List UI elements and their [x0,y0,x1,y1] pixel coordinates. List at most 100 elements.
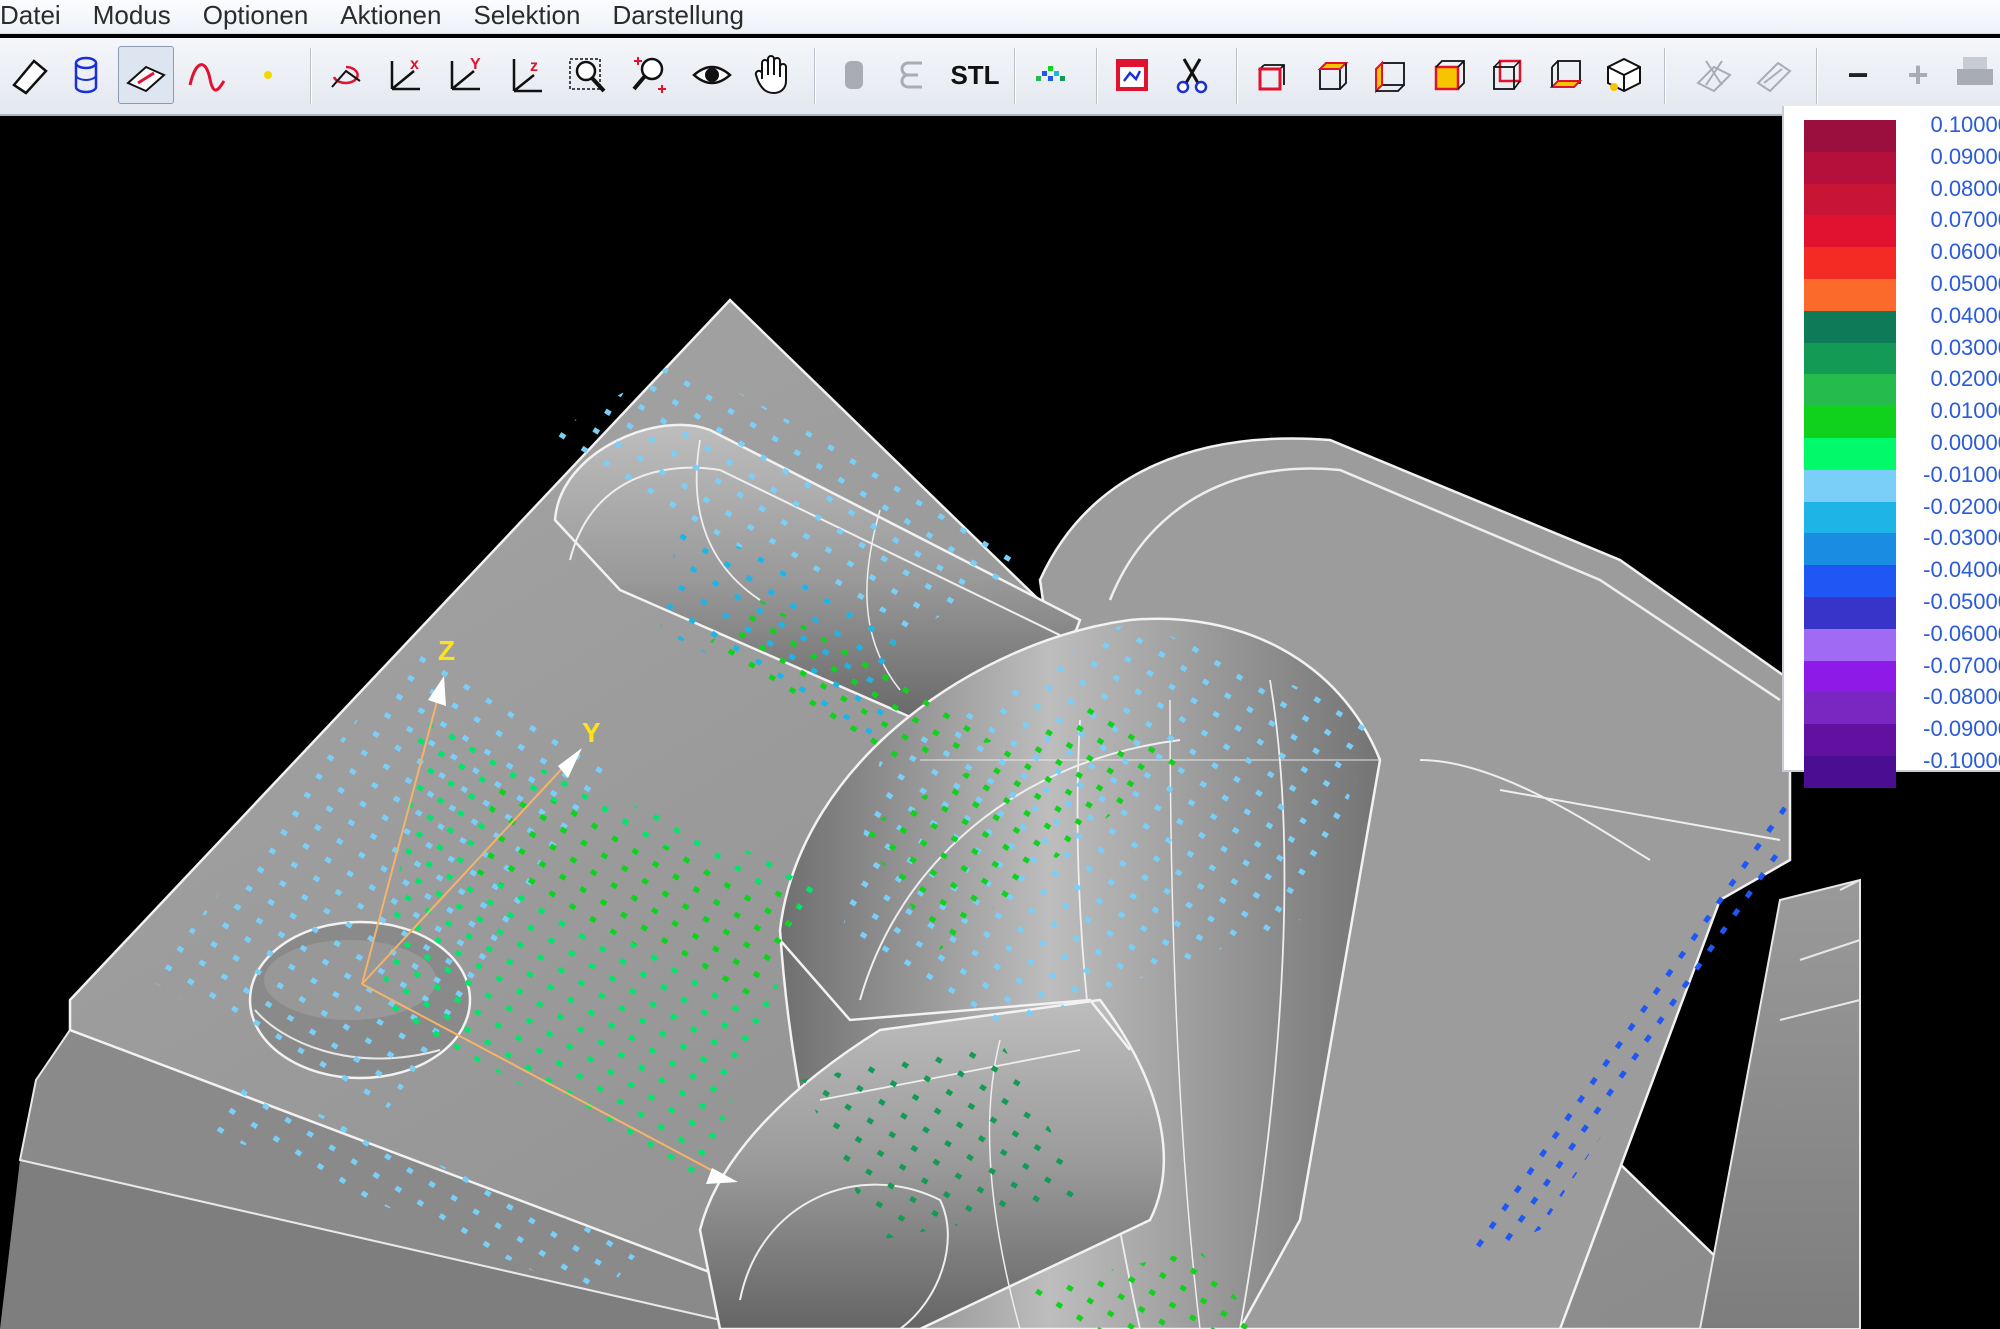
legend-value: 0.07000 [1930,207,2000,233]
menu-darstellung[interactable]: Darstellung [596,0,760,34]
cube-back-icon [1493,59,1522,90]
eye-icon [692,65,732,85]
legend-swatch [1804,310,1896,343]
zoom-in-button[interactable]: + [1890,46,1946,104]
legend-swatch [1804,660,1896,693]
legend-swatch [1804,565,1896,597]
legend-value: -0.04000 [1923,557,2000,583]
legend-value: 0.06000 [1930,239,2000,265]
curve-button[interactable] [178,46,234,104]
svg-text:z: z [530,58,538,75]
zoom-out-button[interactable]: − [1830,46,1886,104]
legend-swatch [1804,406,1896,438]
view-top-button[interactable] [1304,46,1360,104]
cut-button[interactable] [1164,46,1220,104]
printer-icon [1957,57,1993,85]
report-icon [1116,59,1148,91]
disabled-tool-button-a[interactable] [1686,46,1742,104]
menu-modus[interactable]: Modus [77,0,187,34]
point-button[interactable] [240,46,296,104]
menu-aktionen[interactable]: Aktionen [324,0,457,34]
toolbar-separator [1664,48,1666,104]
axis-z-view-icon: z [512,58,542,93]
menu-datei[interactable]: Datei [0,0,77,34]
solid-button[interactable] [826,46,882,104]
edge-icon [900,61,922,89]
legend-value: 0.08000 [1930,175,2000,201]
point-icon [264,71,272,79]
legend-value-labels: 0.10000 0.09000 0.08000 0.07000 0.06000 0.050… [1900,110,2000,773]
zoom-window-icon [569,58,606,93]
rotate-view-button[interactable] [318,46,374,104]
cylinder-icon [74,56,98,94]
legend-value: 0.00000 [1930,429,2000,455]
legend-value: 0.05000 [1930,270,2000,296]
legend-swatch [1804,374,1896,407]
view-front-button[interactable] [1244,46,1300,104]
solid-icon [845,61,863,89]
3d-viewport[interactable]: Z Y [0,118,2000,1329]
toolbar-separator [814,48,816,104]
zoom-window-button[interactable] [560,46,616,104]
cube-top-icon [1317,62,1349,90]
minus-icon: − [1847,54,1869,95]
legend-value: 0.09000 [1930,143,2000,169]
legend-swatch [1804,342,1896,375]
view-x-button[interactable]: x [378,46,434,104]
disabled-tool-button-b[interactable] [1746,46,1802,104]
legend-value: -0.10000 [1923,747,2000,773]
zoom-button[interactable] [622,46,678,104]
view-bottom-button[interactable] [1538,46,1594,104]
view-left-button[interactable] [1362,46,1418,104]
view-iso-button[interactable] [1596,46,1652,104]
probe-disabled-icon [1696,60,1732,93]
toolbar-separator [1236,48,1238,104]
legend-swatch [1804,247,1896,279]
legend-swatch [1804,278,1896,311]
view-y-button[interactable]: Y [438,46,494,104]
cube-front-icon [1257,64,1285,91]
view-right-button[interactable] [1420,46,1476,104]
legend-swatch [1804,533,1896,566]
menu-optionen[interactable]: Optionen [187,0,325,34]
legend-swatch [1804,120,1896,152]
point-cloud-button[interactable] [1022,46,1078,104]
cylinder-button[interactable] [58,46,114,104]
pan-button[interactable] [744,46,800,104]
zoom-icon [632,57,666,93]
scissors-icon [1176,58,1208,94]
legend-swatch [1804,151,1896,184]
probe-mode-button[interactable] [118,46,174,104]
cad-model-view[interactable]: Z Y [0,118,2000,1329]
rotate-icon [331,65,361,88]
cube-left-icon [1375,60,1405,94]
surface-probe-icon [126,65,166,93]
toolbar-separator [1096,48,1098,104]
hand-icon [754,55,787,95]
stl-button[interactable]: STL [944,46,1006,104]
report-button[interactable] [1104,46,1160,104]
visibility-button[interactable] [684,46,740,104]
toolbar-separator [310,48,312,104]
view-back-button[interactable] [1478,46,1534,104]
menu-selektion[interactable]: Selektion [457,0,596,34]
axis-y-view-icon: Y [450,56,481,91]
axis-x-view-icon: x [390,56,420,91]
cube-right-icon [1434,60,1465,91]
svg-text:Y: Y [470,56,481,73]
legend-swatch [1804,628,1896,661]
edge-button[interactable] [886,46,942,104]
legend-value: -0.09000 [1923,716,2000,742]
axis-z-label: Z [438,635,455,666]
deviation-color-legend: 0.10000 0.09000 0.08000 0.07000 0.06000 0.050… [1782,106,2000,788]
legend-value: -0.01000 [1923,461,2000,487]
print-button[interactable] [1952,46,1998,104]
legend-value: 0.04000 [1930,302,2000,328]
plus-icon: + [1907,54,1929,95]
surface-disabled-icon [1756,61,1792,93]
view-z-button[interactable]: z [498,46,554,104]
legend-value: 0.10000 [1930,112,2000,137]
eraser-button[interactable] [2,46,58,104]
legend-swatch [1804,755,1896,788]
toolbar: x Y z STL − + [0,38,2000,116]
